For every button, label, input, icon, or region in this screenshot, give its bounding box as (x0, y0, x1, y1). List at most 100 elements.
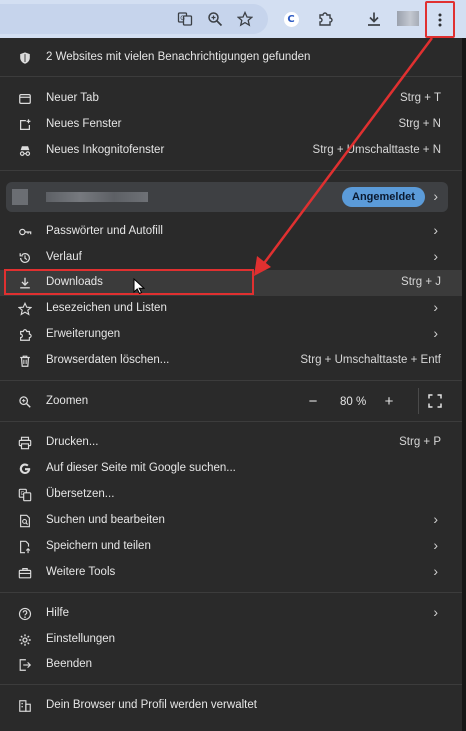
mouse-cursor-icon (133, 278, 145, 294)
menu-item-clear-data[interactable]: Browserdaten löschen... Strg + Umschaltt… (0, 348, 462, 374)
fullscreen-button[interactable] (426, 392, 444, 410)
menu-item-bookmarks[interactable]: Lesezeichen und Listen › (0, 296, 462, 322)
extension-c-icon[interactable]: C (279, 7, 303, 31)
zoom-out-button[interactable]: − (302, 390, 324, 412)
signed-in-badge[interactable]: Angemeldet (342, 187, 425, 207)
menu-kebab-button[interactable] (425, 1, 455, 38)
menu-item-new-tab[interactable]: Neuer Tab Strg + T (0, 86, 462, 112)
menu-item-passwords[interactable]: Passwörter und Autofill › (0, 219, 462, 245)
help-icon (17, 606, 33, 622)
bookmark-star-icon[interactable] (233, 7, 257, 31)
profile-name-blurred (46, 192, 148, 202)
exit-icon (17, 657, 33, 673)
incognito-shortcut: Strg + Umschalttaste + N (312, 144, 441, 156)
chevron-right-icon: › (433, 248, 438, 264)
menu-item-exit[interactable]: Beenden (0, 652, 462, 678)
divider (0, 421, 462, 422)
menu-item-translate[interactable]: G Übersetzen... (0, 482, 462, 508)
divider (0, 76, 462, 77)
new-tab-label: Neuer Tab (46, 92, 99, 104)
menu-item-google-search[interactable]: Auf dieser Seite mit Google suchen... (0, 456, 462, 482)
fullscreen-icon (428, 394, 442, 408)
menu-item-help[interactable]: Hilfe › (0, 601, 462, 627)
menu-edge (462, 38, 466, 731)
puzzle-icon (17, 327, 33, 343)
profile-row[interactable]: Angemeldet › (6, 182, 448, 212)
exit-label: Beenden (46, 658, 93, 670)
settings-label: Einstellungen (46, 633, 116, 645)
translate-label: Übersetzen... (46, 488, 115, 500)
downloads-shortcut: Strg + J (401, 276, 441, 288)
extensions-label: Erweiterungen (46, 328, 121, 340)
puzzle-icon[interactable] (313, 7, 337, 31)
chevron-right-icon: › (433, 325, 438, 341)
print-label: Drucken... (46, 436, 99, 448)
profile-avatar[interactable] (397, 11, 419, 26)
chevron-right-icon: › (433, 563, 438, 579)
help-label: Hilfe (46, 607, 70, 619)
clear-data-label: Browserdaten löschen... (46, 354, 170, 366)
key-icon (17, 224, 33, 240)
menu-item-find-edit[interactable]: Suchen und bearbeiten › (0, 508, 462, 534)
divider (0, 684, 462, 685)
chevron-right-icon: › (433, 537, 438, 553)
shield-icon (17, 50, 33, 66)
browser-toolbar: G C (0, 0, 466, 38)
trash-icon (17, 353, 33, 369)
find-in-page-icon (17, 513, 33, 529)
menu-item-history[interactable]: Verlauf › (0, 245, 462, 271)
new-tab-icon (17, 91, 33, 107)
notification-notice[interactable]: 2 Websites mit vielen Benachrichtigungen… (0, 45, 462, 71)
menu-item-extensions[interactable]: Erweiterungen › (0, 322, 462, 348)
save-share-label: Speichern und teilen (46, 540, 151, 552)
google-search-label: Auf dieser Seite mit Google suchen... (46, 462, 236, 474)
zoom-in-button[interactable]: + (378, 390, 400, 412)
clear-data-shortcut: Strg + Umschalttaste + Entf (300, 354, 441, 366)
menu-item-save-share[interactable]: Speichern und teilen › (0, 534, 462, 560)
menu-item-managed[interactable]: Dein Browser und Profil werden verwaltet (0, 693, 462, 719)
translate-icon[interactable]: G (173, 7, 197, 31)
toolbox-icon (17, 565, 33, 581)
chevron-right-icon: › (433, 188, 438, 204)
zoom-label: Zoomen (46, 395, 89, 407)
menu-item-more-tools[interactable]: Weitere Tools › (0, 560, 462, 586)
divider (0, 592, 462, 593)
extension-c-letter: C (283, 11, 299, 27)
menu-item-incognito[interactable]: Neues Inkognitofenster Strg + Umschaltta… (0, 138, 462, 164)
find-edit-label: Suchen und bearbeiten (46, 514, 165, 526)
history-icon (17, 250, 33, 266)
new-tab-shortcut: Strg + T (399, 92, 441, 104)
history-label: Verlauf (46, 251, 82, 263)
bookmarks-label: Lesezeichen und Listen (46, 302, 167, 314)
menu-item-settings[interactable]: Einstellungen (0, 627, 462, 653)
zoom-value: 80 % (340, 396, 367, 408)
chevron-right-icon: › (433, 511, 438, 527)
more-tools-label: Weitere Tools (46, 566, 116, 578)
downloads-highlight-box (4, 269, 254, 295)
chevron-right-icon: › (433, 222, 438, 238)
address-bar-end[interactable] (0, 4, 268, 34)
zoom-magnifier-icon (17, 394, 33, 410)
save-share-icon (17, 539, 33, 555)
zoom-separator (418, 388, 419, 414)
new-window-label: Neues Fenster (46, 118, 122, 130)
passwords-label: Passwörter und Autofill (46, 225, 163, 237)
star-icon (17, 301, 33, 317)
incognito-label: Neues Inkognitofenster (46, 144, 165, 156)
managed-label: Dein Browser und Profil werden verwaltet (46, 699, 257, 711)
gear-icon (17, 632, 33, 648)
menu-item-new-window[interactable]: Neues Fenster Strg + N (0, 112, 462, 138)
printer-icon (17, 435, 33, 451)
notice-label: 2 Websites mit vielen Benachrichtigungen… (46, 51, 311, 63)
incognito-icon (17, 143, 33, 159)
chevron-right-icon: › (433, 299, 438, 315)
zoom-icon[interactable] (203, 7, 227, 31)
print-shortcut: Strg + P (399, 436, 441, 448)
managed-building-icon (17, 698, 33, 714)
menu-item-print[interactable]: Drucken... Strg + P (0, 430, 462, 456)
divider (0, 170, 462, 171)
menu-kebab-icon (438, 13, 442, 26)
translate-icon: G (17, 487, 33, 503)
svg-text:G: G (21, 491, 25, 497)
download-icon[interactable] (362, 7, 386, 31)
